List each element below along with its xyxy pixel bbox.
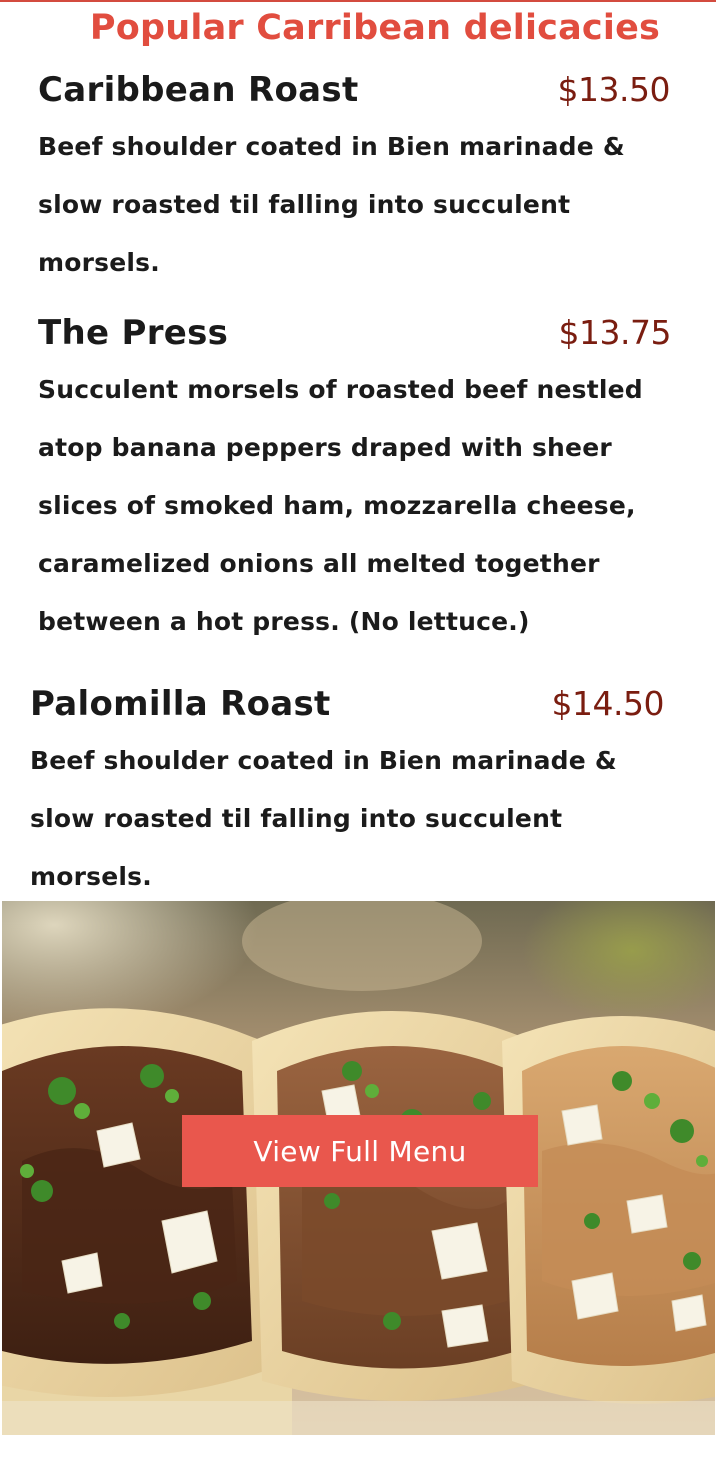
menu-item-header: Caribbean Roast $13.50 [38, 70, 671, 110]
menu-item-name: The Press [38, 313, 229, 353]
menu-item-name: Caribbean Roast [38, 70, 359, 110]
menu-item: The Press $13.75 Succulent morsels of ro… [38, 313, 672, 651]
menu-item-description: Beef shoulder coated in Bien marinade & … [30, 746, 617, 891]
top-divider [0, 0, 716, 2]
hero-image-tacos: View Full Menu [2, 901, 715, 1435]
menu-item-description: Beef shoulder coated in Bien marinade & … [38, 132, 625, 277]
menu-item-price: $14.50 [551, 684, 665, 723]
view-full-menu-button[interactable]: View Full Menu [182, 1115, 538, 1187]
menu-item-price: $13.75 [558, 313, 672, 352]
section-title: Popular Carribean delicacies [89, 8, 661, 48]
menu-item-header: The Press $13.75 [38, 313, 672, 353]
menu-item-header: Palomilla Roast $14.50 [30, 684, 665, 724]
menu-item-price: $13.50 [557, 70, 671, 109]
menu-item-description: Succulent morsels of roasted beef nestle… [38, 375, 643, 636]
menu-item-name: Palomilla Roast [30, 684, 331, 724]
menu-item: Palomilla Roast $14.50 Beef shoulder coa… [30, 684, 665, 906]
menu-item: Caribbean Roast $13.50 Beef shoulder coa… [38, 70, 671, 292]
